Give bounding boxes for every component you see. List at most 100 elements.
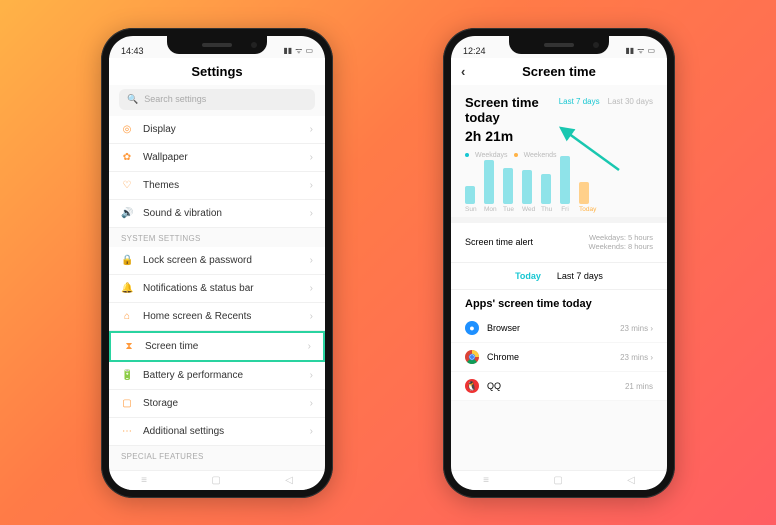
- search-icon: 🔍: [127, 94, 138, 105]
- nav-buttons[interactable]: ≡ ▢ ◁: [109, 470, 325, 490]
- range-tabs[interactable]: Last 7 days Last 30 days: [559, 97, 653, 106]
- alert-line1: Weekdays: 5 hours: [589, 233, 653, 242]
- settings-row[interactable]: ♡ Themes ›: [109, 172, 325, 200]
- bar-col: Tue: [503, 168, 513, 213]
- chevron-right-icon: ›: [310, 152, 313, 163]
- settings-row[interactable]: ▢ Storage ›: [109, 390, 325, 418]
- app-time: 21 mins: [625, 382, 653, 391]
- chevron-right-icon: ›: [310, 370, 313, 381]
- bar: [579, 182, 589, 204]
- nav-buttons[interactable]: ≡ ▢ ◁: [451, 470, 667, 490]
- heading-line2: today: [465, 110, 539, 126]
- row-icon: ▢: [121, 398, 133, 409]
- notch: [167, 36, 267, 54]
- chevron-right-icon: ›: [308, 341, 311, 352]
- search-placeholder: Search settings: [144, 94, 206, 104]
- signal-icon: ▮▮: [625, 46, 634, 55]
- bar-label: Mon: [484, 206, 494, 213]
- settings-row[interactable]: ⋯ Additional settings ›: [109, 418, 325, 446]
- phone-screentime: 12:24 ▮▮ ᯤ ▭ ‹ Screen time Screen time t…: [443, 28, 675, 498]
- bar: [503, 168, 513, 204]
- chevron-right-icon: ›: [310, 180, 313, 191]
- row-icon: 🔊: [121, 208, 133, 219]
- page-title: ‹ Screen time: [451, 58, 667, 85]
- battery-icon: ▭: [647, 46, 655, 55]
- wifi-icon: ᯤ: [637, 45, 644, 56]
- row-icon: ⋯: [121, 426, 133, 437]
- bar-label: Sun: [465, 206, 475, 213]
- row-label: Display: [143, 124, 176, 135]
- row-icon: ⌂: [121, 311, 133, 322]
- legend-dot-weekday: [465, 153, 469, 157]
- bar-label: Today: [579, 206, 589, 213]
- range-tab-7days[interactable]: Last 7 days: [559, 97, 600, 106]
- app-name: QQ: [487, 381, 501, 391]
- settings-row[interactable]: 🔋 Battery & performance ›: [109, 362, 325, 390]
- clock: 14:43: [121, 46, 144, 56]
- tab-select[interactable]: Today Last 7 days: [451, 263, 667, 290]
- app-row[interactable]: 🐧 QQ 21 mins: [451, 372, 667, 401]
- settings-row[interactable]: ◎ Display ›: [109, 116, 325, 144]
- search-input[interactable]: 🔍 Search settings: [119, 89, 315, 110]
- settings-list-top: ◎ Display ›✿ Wallpaper ›♡ Themes ›🔊 Soun…: [109, 116, 325, 228]
- app-row[interactable]: Chrome 23 mins ›: [451, 343, 667, 372]
- app-name: Browser: [487, 323, 520, 333]
- chevron-right-icon: ›: [310, 124, 313, 135]
- title-text: Screen time: [522, 64, 596, 79]
- bar-col: Today: [579, 182, 589, 213]
- bar-label: Tue: [503, 206, 513, 213]
- notch: [509, 36, 609, 54]
- section-label-special: SPECIAL FEATURES: [109, 446, 325, 465]
- apps-header: Apps' screen time today: [451, 290, 667, 314]
- row-icon: ⧗: [123, 341, 135, 352]
- row-label: Storage: [143, 398, 178, 409]
- screen: 12:24 ▮▮ ᯤ ▭ ‹ Screen time Screen time t…: [451, 36, 667, 490]
- status-icons: ▮▮ ᯤ ▭: [625, 45, 655, 56]
- legend-weekend: Weekends: [524, 152, 557, 159]
- phone-settings: 14:43 ▮▮ ᯤ ▭ Settings 🔍 Search settings …: [101, 28, 333, 498]
- nav-back-icon[interactable]: ◁: [627, 475, 635, 486]
- bar-col: Fri: [560, 156, 570, 213]
- settings-row[interactable]: ✿ Wallpaper ›: [109, 144, 325, 172]
- app-time: 23 mins ›: [620, 324, 653, 333]
- row-label: Wallpaper: [143, 152, 188, 163]
- range-tab-30days[interactable]: Last 30 days: [608, 97, 653, 106]
- wifi-icon: ᯤ: [295, 45, 302, 56]
- app-row[interactable]: ● Browser 23 mins ›: [451, 314, 667, 343]
- app-icon: 🐧: [465, 379, 479, 393]
- screentime-heading: Screen time today 2h 21m: [465, 95, 539, 144]
- bar: [541, 174, 551, 204]
- bar-col: Thu: [541, 174, 551, 213]
- battery-icon: ▭: [305, 46, 313, 55]
- settings-row[interactable]: 🔒 Lock screen & password ›: [109, 247, 325, 275]
- signal-icon: ▮▮: [283, 46, 292, 55]
- clock: 12:24: [463, 46, 486, 56]
- settings-row[interactable]: ⧗ Screen time ›: [109, 331, 325, 362]
- row-icon: ♡: [121, 180, 133, 191]
- chevron-right-icon: ›: [310, 426, 313, 437]
- settings-row[interactable]: ⌂ Home screen & Recents ›: [109, 303, 325, 331]
- page-title: Settings: [109, 58, 325, 85]
- nav-recent-icon[interactable]: ≡: [483, 475, 489, 486]
- nav-home-icon[interactable]: ▢: [211, 475, 220, 486]
- nav-back-icon[interactable]: ◁: [285, 475, 293, 486]
- screentime-header: Screen time today 2h 21m Last 7 days Las…: [451, 85, 667, 150]
- bar-col: Sun: [465, 186, 475, 213]
- screentime-chart: SunMonTueWedThuFriToday: [451, 163, 667, 217]
- app-icon: ●: [465, 321, 479, 335]
- tab-today[interactable]: Today: [515, 271, 541, 281]
- nav-home-icon[interactable]: ▢: [553, 475, 562, 486]
- legend-weekday: Weekdays: [475, 152, 508, 159]
- row-label: Additional settings: [143, 426, 224, 437]
- screen: 14:43 ▮▮ ᯤ ▭ Settings 🔍 Search settings …: [109, 36, 325, 490]
- row-label: Home screen & Recents: [143, 311, 251, 322]
- back-button[interactable]: ‹: [461, 64, 465, 79]
- alert-label: Screen time alert: [465, 237, 533, 247]
- alert-line2: Weekends: 8 hours: [589, 242, 653, 251]
- settings-row[interactable]: 🔔 Notifications & status bar ›: [109, 275, 325, 303]
- settings-row[interactable]: 🔊 Sound & vibration ›: [109, 200, 325, 228]
- tab-last7[interactable]: Last 7 days: [557, 271, 603, 281]
- row-icon: 🔋: [121, 370, 133, 381]
- nav-recent-icon[interactable]: ≡: [141, 475, 147, 486]
- screentime-alert-row[interactable]: Screen time alert Weekdays: 5 hours Week…: [451, 223, 667, 264]
